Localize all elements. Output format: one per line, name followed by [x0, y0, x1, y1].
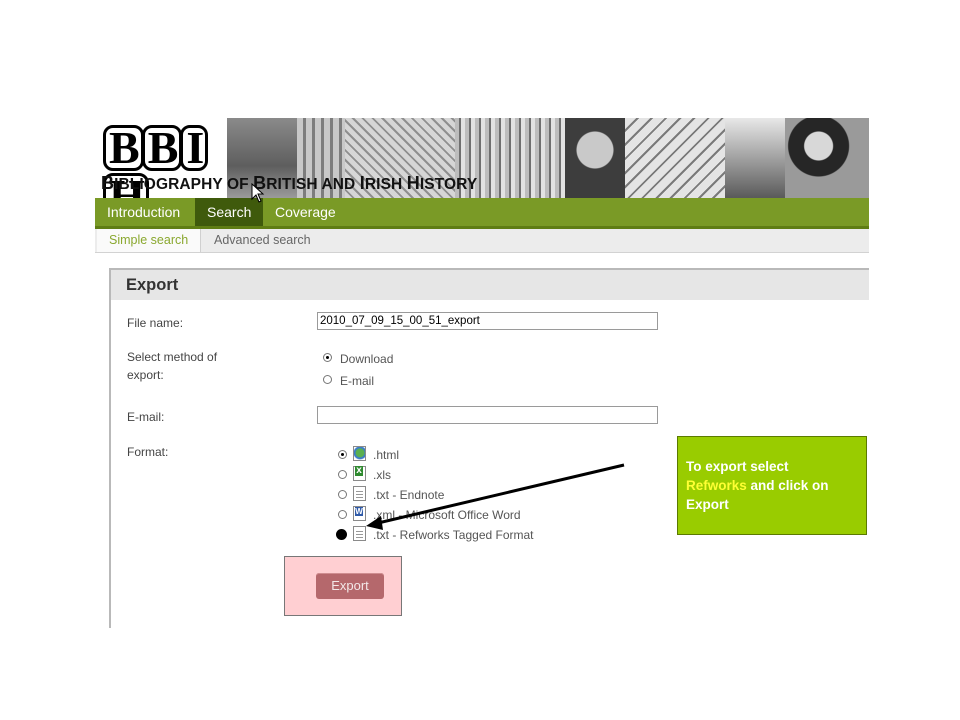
annotation-arrow: [366, 463, 625, 530]
mouse-cursor-icon: [251, 183, 265, 203]
callout-text: Export: [686, 497, 729, 512]
instruction-callout: To export select Refworks and click on E…: [677, 436, 867, 535]
callout-text: To export select: [686, 459, 789, 474]
arrow-head: [366, 516, 383, 530]
callout-text: and click on: [746, 478, 829, 493]
callout-highlight: Refworks: [686, 478, 747, 493]
arrow-shaft: [377, 463, 625, 525]
